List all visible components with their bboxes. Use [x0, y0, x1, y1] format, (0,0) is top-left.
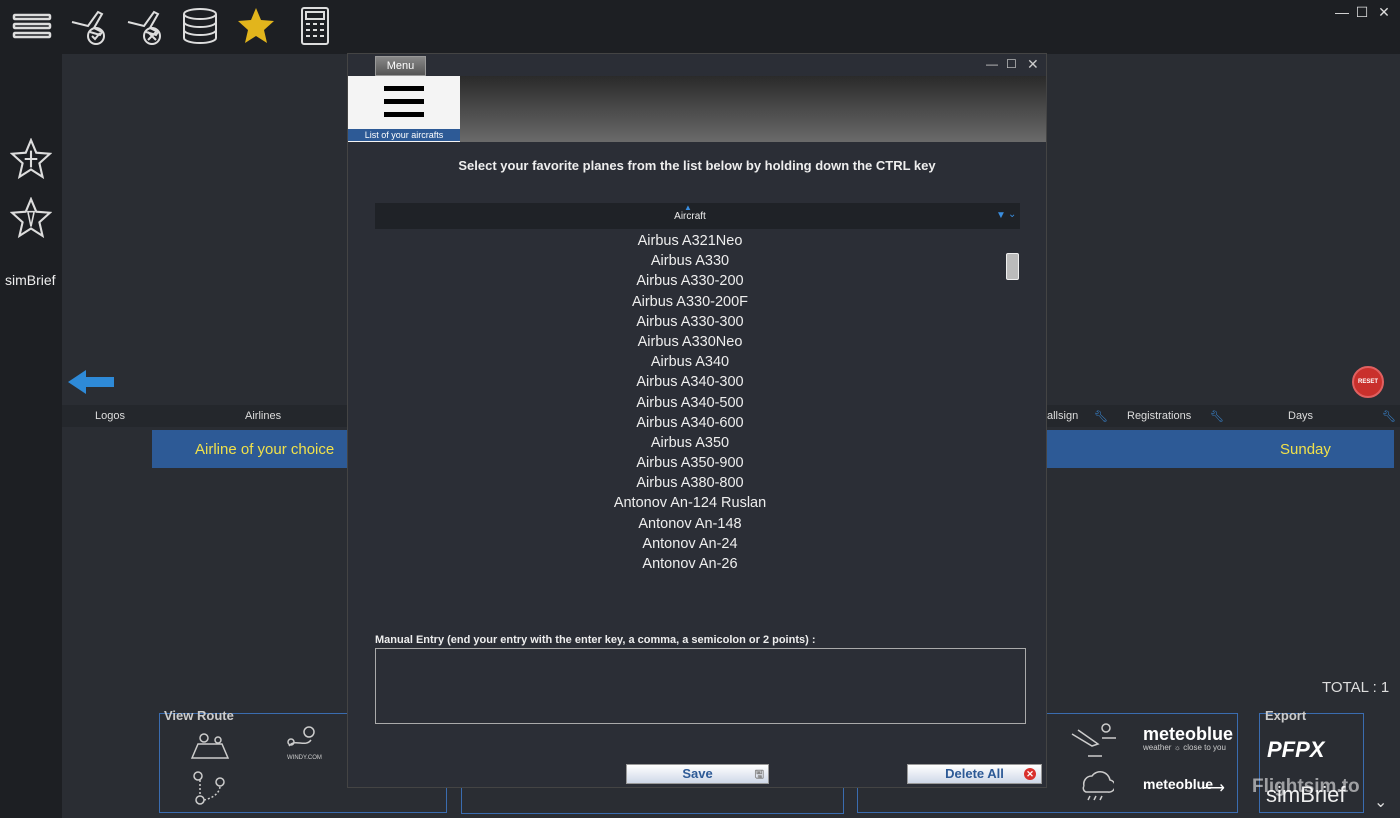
filter-icon[interactable]: ▼	[996, 210, 1006, 221]
arrow-right-icon: ⟶	[1202, 780, 1225, 797]
favorite-plane-icon[interactable]	[9, 137, 53, 185]
list-item[interactable]: Antonov An-148	[375, 514, 1005, 534]
export-title: Export	[1265, 708, 1307, 723]
windy-label: WINDY.COM	[287, 755, 322, 761]
top-toolbar: — ☐ ✕	[0, 0, 1400, 54]
simbrief-logo[interactable]: simBrief	[5, 272, 56, 288]
list-item[interactable]: Airbus A330-300	[375, 312, 1005, 332]
aircraft-list-caption: List of your aircrafts	[348, 129, 460, 141]
column-airlines[interactable]: Airlines	[245, 410, 281, 422]
list-item[interactable]: Airbus A330Neo	[375, 332, 1005, 352]
database-icon[interactable]	[178, 4, 222, 48]
wrench-icon[interactable]: 🔧︎	[1094, 410, 1108, 423]
dialog-minimize-button[interactable]: —	[986, 57, 998, 71]
flightsim-watermark: Flightsim.to	[1252, 776, 1360, 797]
minimize-button[interactable]: —	[1332, 4, 1352, 20]
list-item[interactable]: Airbus A330-200	[375, 271, 1005, 291]
reset-button[interactable]: RESET	[1352, 366, 1384, 398]
list-item[interactable]: Airbus A350	[375, 433, 1005, 453]
delete-all-button[interactable]: Delete All ✕	[907, 764, 1042, 784]
list-item[interactable]: Antonov An-24	[375, 534, 1005, 554]
plane-check-icon[interactable]	[66, 4, 110, 48]
list-item[interactable]: Airbus A380-800	[375, 473, 1005, 493]
column-registrations[interactable]: Registrations	[1127, 410, 1191, 422]
close-button[interactable]: ✕	[1374, 4, 1394, 21]
favorite-airport-icon[interactable]	[9, 196, 53, 244]
delete-icon: ✕	[1024, 768, 1036, 780]
list-item[interactable]: Airbus A340-500	[375, 393, 1005, 413]
meteoblue-logo[interactable]: meteoblue	[1143, 724, 1233, 745]
list-item[interactable]: Airbus A340-600	[375, 413, 1005, 433]
pfpx-logo[interactable]: PFPX	[1267, 737, 1324, 763]
save-button-label: Save	[682, 766, 713, 781]
view-route-title: View Route	[164, 708, 234, 723]
meteoblue-tagline: weather ☼ close to you	[1143, 743, 1226, 752]
column-callsign[interactable]: allsign	[1047, 410, 1078, 422]
delete-all-label: Delete All	[945, 766, 1004, 781]
dialog-titlebar: Menu — ☐ ✕	[348, 54, 1046, 76]
maximize-button[interactable]: ☐	[1352, 4, 1372, 21]
aircraft-list: Airbus A321Neo Airbus A330 Airbus A330-200…	[375, 231, 1005, 574]
windy-weather-icon[interactable]	[1078, 766, 1116, 811]
list-item[interactable]: Airbus A321Neo	[375, 231, 1005, 251]
back-arrow-icon[interactable]	[66, 368, 116, 401]
manual-entry-input[interactable]	[375, 648, 1026, 724]
sidebar: simBrief	[0, 54, 62, 818]
list-item[interactable]: Airbus A340-300	[375, 372, 1005, 392]
column-days[interactable]: Days	[1288, 410, 1313, 422]
save-button[interactable]: Save 🖫	[626, 764, 769, 784]
total-count: TOTAL : 1	[1322, 679, 1390, 696]
plane-cancel-icon[interactable]	[122, 4, 166, 48]
list-item[interactable]: Antonov An-26	[375, 554, 1005, 574]
dialog-maximize-button[interactable]: ☐	[1006, 57, 1017, 71]
calculator-icon[interactable]	[292, 4, 336, 48]
list-item[interactable]: Airbus A330-200F	[375, 292, 1005, 312]
dialog-instruction: Select your favorite planes from the lis…	[458, 158, 936, 173]
column-logos[interactable]: Logos	[95, 410, 125, 422]
aircraft-column-label: Aircraft	[674, 211, 706, 222]
route-map-icon[interactable]	[190, 730, 230, 765]
route-points-icon[interactable]	[190, 768, 230, 813]
chevron-double-down-icon[interactable]: ⌄	[1008, 209, 1016, 220]
list-item[interactable]: Antonov An-124 Ruslan	[375, 493, 1005, 513]
scrollbar-thumb[interactable]	[1006, 253, 1019, 280]
chevron-down-icon[interactable]: ⌄	[1374, 792, 1387, 812]
manual-entry-label: Manual Entry (end your entry with the en…	[375, 634, 816, 646]
aircraft-list-tab[interactable]: List of your aircrafts	[348, 76, 460, 142]
wrench-icon[interactable]: 🔧︎	[1210, 410, 1224, 423]
dialog-close-button[interactable]: ✕	[1027, 56, 1039, 73]
list-item[interactable]: Airbus A350-900	[375, 453, 1005, 473]
aircraft-dialog: Menu — ☐ ✕ List of your aircrafts Select…	[347, 53, 1047, 788]
list-header[interactable]: ▲ Aircraft ▼ ⌄	[375, 203, 1020, 229]
menu-icon[interactable]	[10, 4, 54, 48]
day-cell: Sunday	[1280, 441, 1331, 458]
menu-tab[interactable]: Menu	[375, 56, 426, 76]
floppy-icon: 🖫	[754, 769, 764, 781]
list-item[interactable]: Airbus A340	[375, 352, 1005, 372]
list-item[interactable]: Airbus A330	[375, 251, 1005, 271]
wrench-icon[interactable]: 🔧︎	[1382, 410, 1396, 423]
dialog-banner: List of your aircrafts	[348, 76, 1046, 142]
airline-cell: Airline of your choice	[195, 441, 335, 458]
weather-landing-icon[interactable]	[1068, 720, 1118, 765]
star-icon[interactable]	[234, 4, 278, 48]
